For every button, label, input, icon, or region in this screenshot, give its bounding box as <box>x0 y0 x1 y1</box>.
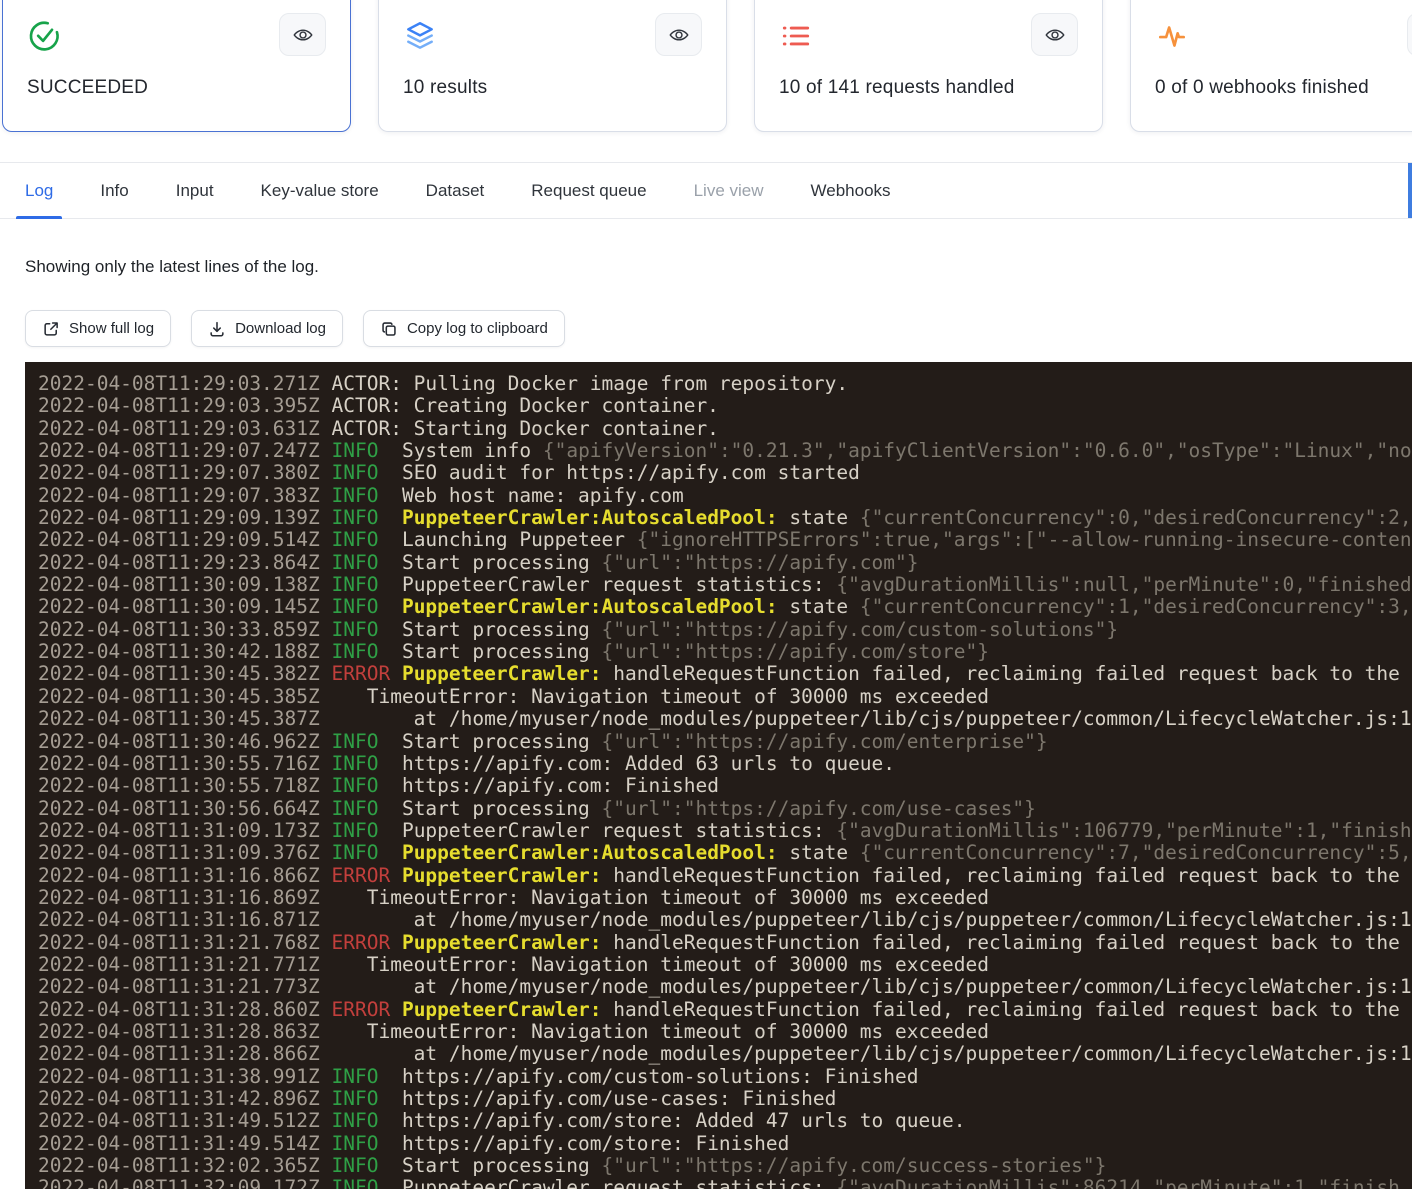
log-line: 2022-04-08T11:30:33.859Z INFO Start proc… <box>38 619 1412 641</box>
log-line: 2022-04-08T11:31:21.773Z at /home/myuser… <box>38 976 1412 998</box>
tab-input[interactable]: Input <box>176 163 214 218</box>
log-line: 2022-04-08T11:31:42.896Z INFO https://ap… <box>38 1088 1412 1110</box>
log-line: 2022-04-08T11:29:09.514Z INFO Launching … <box>38 529 1412 551</box>
run-status-label: SUCCEEDED <box>27 77 326 99</box>
external-link-icon <box>42 320 60 338</box>
tab-dataset[interactable]: Dataset <box>426 163 485 218</box>
tab-request-queue[interactable]: Request queue <box>531 163 646 218</box>
card-requests[interactable]: 10 of 141 requests handled <box>754 0 1103 132</box>
log-actions: Show full log Download log Copy log to c… <box>25 310 565 347</box>
eye-button[interactable] <box>1407 13 1412 56</box>
log-line: 2022-04-08T11:30:56.664Z INFO Start proc… <box>38 798 1412 820</box>
log-line: 2022-04-08T11:32:02.365Z INFO Start proc… <box>38 1155 1412 1177</box>
log-line: 2022-04-08T11:31:38.991Z INFO https://ap… <box>38 1066 1412 1088</box>
log-notice: Showing only the latest lines of the log… <box>25 257 319 277</box>
log-line: 2022-04-08T11:31:49.514Z INFO https://ap… <box>38 1133 1412 1155</box>
log-line: 2022-04-08T11:30:45.387Z at /home/myuser… <box>38 708 1412 730</box>
log-line: 2022-04-08T11:30:42.188Z INFO Start proc… <box>38 641 1412 663</box>
tab-key-value-store[interactable]: Key-value store <box>261 163 379 218</box>
log-line: 2022-04-08T11:30:45.385Z TimeoutError: N… <box>38 686 1412 708</box>
tab-live-view: Live view <box>694 163 764 218</box>
eye-icon <box>668 24 690 46</box>
log-line: 2022-04-08T11:29:03.631Z ACTOR: Starting… <box>38 418 1412 440</box>
log-line: 2022-04-08T11:29:07.383Z INFO Web host n… <box>38 485 1412 507</box>
check-circle-icon <box>27 19 61 53</box>
log-line: 2022-04-08T11:30:09.145Z INFO PuppeteerC… <box>38 596 1412 618</box>
log-line: 2022-04-08T11:31:16.869Z TimeoutError: N… <box>38 887 1412 909</box>
log-line: 2022-04-08T11:31:21.768Z ERROR Puppeteer… <box>38 932 1412 954</box>
layers-icon <box>403 19 437 53</box>
copy-log-label: Copy log to clipboard <box>407 320 548 337</box>
log-line: 2022-04-08T11:29:03.271Z ACTOR: Pulling … <box>38 373 1412 395</box>
eye-button[interactable] <box>279 13 326 56</box>
show-full-log-label: Show full log <box>69 320 154 337</box>
log-line: 2022-04-08T11:30:09.138Z INFO PuppeteerC… <box>38 574 1412 596</box>
card-webhooks[interactable]: 0 of 0 webhooks finished <box>1130 0 1412 132</box>
log-line: 2022-04-08T11:31:49.512Z INFO https://ap… <box>38 1110 1412 1132</box>
log-line: 2022-04-08T11:32:09.172Z INFO PuppeteerC… <box>38 1177 1412 1189</box>
log-line: 2022-04-08T11:30:46.962Z INFO Start proc… <box>38 731 1412 753</box>
log-line: 2022-04-08T11:31:28.866Z at /home/myuser… <box>38 1043 1412 1065</box>
eye-button[interactable] <box>1031 13 1078 56</box>
list-icon <box>779 19 813 53</box>
log-line: 2022-04-08T11:31:28.863Z TimeoutError: N… <box>38 1021 1412 1043</box>
tab-log[interactable]: Log <box>25 163 53 218</box>
log-line: 2022-04-08T11:29:07.380Z INFO SEO audit … <box>38 462 1412 484</box>
tabs-right-edge-accent <box>1408 163 1412 218</box>
pulse-icon <box>1155 19 1189 53</box>
download-icon <box>208 320 226 338</box>
eye-icon <box>292 24 314 46</box>
log-line: 2022-04-08T11:29:03.395Z ACTOR: Creating… <box>38 395 1412 417</box>
tab-info[interactable]: Info <box>100 163 128 218</box>
download-log-button[interactable]: Download log <box>191 310 343 347</box>
log-line: 2022-04-08T11:31:16.866Z ERROR Puppeteer… <box>38 865 1412 887</box>
run-stat-cards: SUCCEEDED 10 results <box>2 0 1412 132</box>
copy-log-button[interactable]: Copy log to clipboard <box>363 310 565 347</box>
log-line: 2022-04-08T11:31:21.771Z TimeoutError: N… <box>38 954 1412 976</box>
show-full-log-button[interactable]: Show full log <box>25 310 171 347</box>
log-line: 2022-04-08T11:31:16.871Z at /home/myuser… <box>38 909 1412 931</box>
card-run-status[interactable]: SUCCEEDED <box>2 0 351 132</box>
download-log-label: Download log <box>235 320 326 337</box>
copy-icon <box>380 320 398 338</box>
eye-button[interactable] <box>655 13 702 56</box>
tab-webhooks[interactable]: Webhooks <box>811 163 891 218</box>
card-results[interactable]: 10 results <box>378 0 727 132</box>
results-label: 10 results <box>403 77 702 99</box>
log-line: 2022-04-08T11:29:23.864Z INFO Start proc… <box>38 552 1412 574</box>
log-line: 2022-04-08T11:30:55.718Z INFO https://ap… <box>38 775 1412 797</box>
log-line: 2022-04-08T11:31:28.860Z ERROR Puppeteer… <box>38 999 1412 1021</box>
log-line: 2022-04-08T11:31:09.376Z INFO PuppeteerC… <box>38 842 1412 864</box>
log-line: 2022-04-08T11:30:45.382Z ERROR Puppeteer… <box>38 663 1412 685</box>
log-line: 2022-04-08T11:29:09.139Z INFO PuppeteerC… <box>38 507 1412 529</box>
webhooks-label: 0 of 0 webhooks finished <box>1155 77 1412 99</box>
log-line: 2022-04-08T11:29:07.247Z INFO System inf… <box>38 440 1412 462</box>
eye-icon <box>1044 24 1066 46</box>
log-line: 2022-04-08T11:31:09.173Z INFO PuppeteerC… <box>38 820 1412 842</box>
log-line: 2022-04-08T11:30:55.716Z INFO https://ap… <box>38 753 1412 775</box>
run-tabs: Log Info Input Key-value store Dataset Reques… <box>0 162 1412 219</box>
requests-label: 10 of 141 requests handled <box>779 77 1078 99</box>
log-console[interactable]: 2022-04-08T11:29:03.271Z ACTOR: Pulling … <box>25 362 1412 1189</box>
